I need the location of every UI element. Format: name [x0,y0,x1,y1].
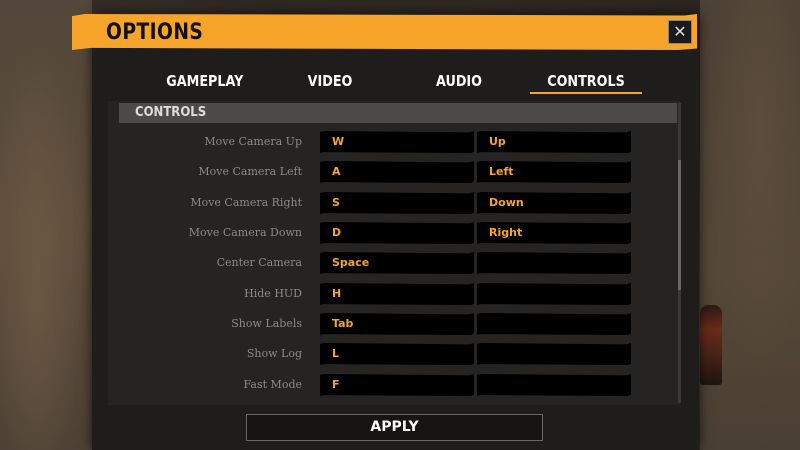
primary-key-show-labels[interactable]: Tab [320,313,474,335]
tab-controls[interactable]: CONTROLS [547,68,625,94]
primary-key-move-camera-left[interactable]: A [320,161,474,183]
window-title: OPTIONS [106,20,204,45]
tab-video[interactable]: VIDEO [305,68,356,94]
binding-label-center-camera: Center Camera [216,256,302,269]
game-world-background-left [0,0,92,450]
secondary-key-move-camera-up[interactable]: Up [477,131,631,153]
binding-label-show-log: Show Log [246,347,302,360]
primary-key-fast-mode[interactable]: F [320,374,474,396]
secondary-key-move-camera-right[interactable]: Down [477,192,631,214]
primary-key-show-log[interactable]: L [320,343,474,365]
primary-key-move-camera-right[interactable]: S [320,192,474,214]
secondary-key-hide-hud[interactable] [477,283,631,305]
secondary-key-show-log[interactable] [477,343,631,365]
active-tab-indicator [530,92,642,94]
binding-label-fast-mode: Fast Mode [243,378,302,391]
binding-label-move-camera-up: Move Camera Up [204,135,302,148]
secondary-key-move-camera-down[interactable]: Right [477,222,631,244]
tab-gameplay[interactable]: GAMEPLAY [166,68,243,94]
primary-key-center-camera[interactable]: Space [320,252,474,274]
binding-label-show-labels: Show Labels [231,317,302,330]
primary-key-hide-hud[interactable]: H [320,283,474,305]
apply-button[interactable]: APPLY [246,414,543,441]
primary-key-move-camera-down[interactable]: D [320,222,474,244]
binding-label-hide-hud: Hide HUD [244,287,302,300]
scrollbar-thumb[interactable] [678,160,681,290]
secondary-key-show-labels[interactable] [477,313,631,335]
secondary-key-move-camera-left[interactable]: Left [477,161,631,183]
binding-label-move-camera-left: Move Camera Left [198,165,302,178]
secondary-key-center-camera[interactable] [477,252,631,274]
primary-key-move-camera-up[interactable]: W [320,131,474,153]
section-title: CONTROLS [135,105,207,120]
game-character [700,305,722,385]
tab-audio[interactable]: AUDIO [434,68,483,94]
binding-label-move-camera-right: Move Camera Right [190,196,302,209]
close-button[interactable]: ✕ [668,20,692,44]
binding-label-move-camera-down: Move Camera Down [188,226,302,239]
secondary-key-fast-mode[interactable] [477,374,631,396]
